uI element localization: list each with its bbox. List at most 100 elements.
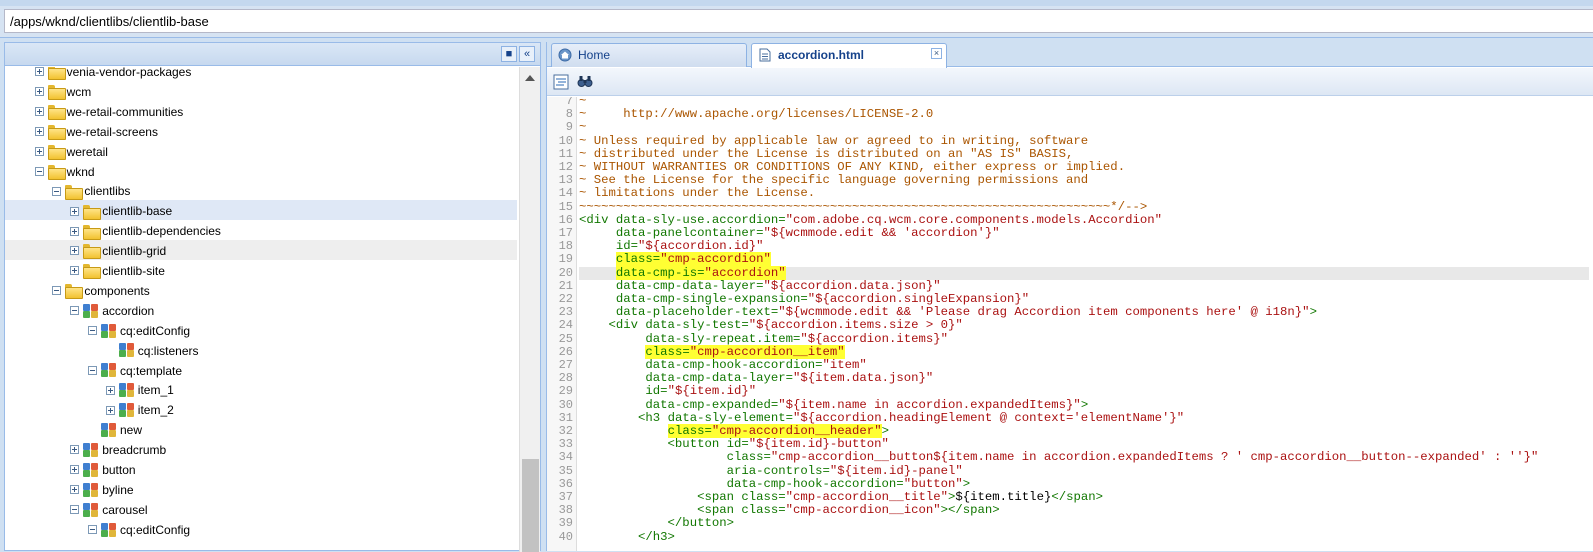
code-token: "${item.data.json}" — [793, 371, 934, 386]
scrollbar-thumb[interactable] — [522, 459, 539, 552]
expand-icon[interactable] — [105, 405, 115, 415]
code-token: "cmp-accordion__icon" — [785, 503, 941, 518]
tab-home[interactable]: Home — [551, 43, 747, 67]
code-token: ~ Unless required by applicable law or a… — [579, 133, 1089, 148]
code-editor[interactable]: 7 8 9 10 11 12 13 14 15 16 17 18 19 20 21 22 23 24 25 26 27 2… — [547, 97, 1593, 551]
close-tab-icon[interactable]: × — [931, 48, 942, 59]
code-token: </button> — [579, 516, 734, 531]
highlighted-code-token: data-cmp-is= — [615, 265, 705, 280]
code-token: "${item.id}" — [667, 384, 757, 399]
tree-node-label: clientlib-grid — [102, 243, 167, 258]
home-icon — [558, 48, 572, 62]
code-line: <button id="${item.id}-button" — [579, 438, 889, 451]
code-token: > — [1080, 397, 1089, 412]
code-token: <div — [579, 318, 646, 333]
expand-icon[interactable] — [70, 226, 80, 236]
code-line: ~ Unless required by applicable law or a… — [579, 133, 1089, 148]
tree-node-label: cq:template — [120, 363, 183, 378]
code-line: ~ http://www.apache.org/licenses/LICENSE… — [579, 108, 933, 121]
code-token: ~ http://www.apache.org/licenses/LICENSE… — [579, 107, 934, 122]
tree-node[interactable]: carousel — [70, 499, 148, 519]
collapse-icon[interactable] — [88, 525, 97, 535]
scroll-up-arrow-icon[interactable] — [525, 75, 535, 81]
collapse-icon[interactable] — [88, 365, 97, 375]
folder-icon — [47, 105, 66, 121]
code-token: data-cmp-hook-accordion= — [579, 358, 823, 372]
collapse-icon[interactable] — [52, 286, 62, 296]
code-token: "${accordion.singleExpansion}" — [807, 292, 1030, 306]
code-token: </span> — [1051, 490, 1103, 504]
expand-icon[interactable] — [70, 206, 80, 216]
highlighted-code-token: "cmp-accordion" — [660, 252, 771, 267]
expand-icon[interactable] — [70, 465, 80, 475]
tree-node[interactable]: cq:editConfig — [88, 320, 190, 340]
tree-node[interactable]: item_2 — [105, 399, 174, 419]
collapse-icon[interactable] — [88, 326, 97, 336]
expand-icon[interactable] — [70, 266, 80, 276]
expand-icon[interactable] — [70, 246, 80, 256]
tree-node[interactable]: new — [88, 419, 142, 439]
folder-icon — [47, 85, 66, 101]
code-token: "${wcmmode.edit && 'Please drag Accordio… — [778, 305, 1310, 320]
tree-node[interactable]: components — [52, 280, 150, 300]
line-number: 23 — [558, 305, 573, 320]
tree-node[interactable]: breadcrumb — [70, 439, 166, 459]
component-node-icon — [101, 363, 117, 378]
expand-icon[interactable] — [70, 445, 80, 455]
component-node-icon — [83, 462, 99, 477]
format-code-icon[interactable] — [552, 73, 570, 91]
tree-node[interactable]: wcm — [34, 81, 91, 101]
tree-node[interactable]: venia-vendor-packages — [34, 67, 191, 81]
code-line: data-cmp-expanded="${item.name in accord… — [579, 397, 1089, 412]
tree-node[interactable]: we-retail-communities — [34, 101, 183, 121]
tree-node[interactable]: clientlib-dependencies — [70, 220, 221, 240]
line-number: 9 — [565, 120, 573, 135]
expand-icon[interactable] — [34, 107, 44, 117]
collapse-icon[interactable] — [52, 186, 62, 196]
tab-accordion-html[interactable]: accordion.html × — [751, 43, 947, 68]
code-token: id= — [579, 239, 639, 254]
tree-node[interactable]: clientlib-base — [5, 200, 517, 221]
expand-icon[interactable] — [34, 87, 44, 97]
top-strip — [0, 0, 1593, 6]
code-line: class="cmp-accordion" — [579, 252, 771, 267]
expand-icon[interactable] — [34, 67, 44, 77]
code-token: "${item.id}-button" — [748, 437, 889, 452]
tree-node[interactable]: accordion — [70, 300, 154, 320]
find-icon[interactable] — [576, 73, 594, 91]
tree-node[interactable]: clientlibs — [52, 180, 130, 200]
tree-node[interactable]: weretail — [34, 141, 108, 161]
tree-node-label: breadcrumb — [102, 442, 167, 457]
collapse-icon[interactable] — [70, 306, 80, 316]
collapse-panel-icon[interactable]: « — [519, 46, 535, 62]
expand-icon[interactable] — [34, 146, 44, 156]
tree-node[interactable]: clientlib-grid — [5, 240, 517, 261]
collapse-icon[interactable] — [34, 166, 44, 176]
collapse-icon[interactable] — [70, 505, 80, 515]
code-token: </h3> — [579, 529, 675, 544]
code-token: ~ WITHOUT WARRANTIES OR CONDITIONS OF AN… — [579, 160, 1126, 174]
tree-node[interactable]: cq:listeners — [106, 340, 199, 360]
tree-node-label: cq:editConfig — [120, 323, 191, 338]
tree-node[interactable]: clientlib-site — [70, 260, 165, 280]
expand-icon[interactable] — [34, 127, 44, 137]
code-line: data-placeholder-text="${wcmmode.edit &&… — [579, 306, 1317, 319]
folder-icon — [65, 184, 84, 200]
tree-node[interactable]: we-retail-screens — [34, 121, 158, 141]
expand-icon[interactable] — [105, 385, 115, 395]
tree-node[interactable]: button — [70, 459, 136, 479]
tree-node[interactable]: wknd — [34, 161, 95, 181]
expand-icon[interactable] — [70, 485, 80, 495]
tree-node-label: byline — [102, 482, 134, 497]
path-input[interactable] — [4, 9, 1593, 33]
tree-scrollbar[interactable] — [519, 67, 540, 552]
line-number: 26 — [558, 344, 573, 359]
tree-node[interactable]: byline — [70, 479, 134, 499]
tree-node[interactable]: cq:template — [88, 360, 182, 380]
code-line: ~ distributed under the License is distr… — [579, 147, 1073, 161]
line-number: 10 — [558, 133, 573, 148]
tree-find-icon[interactable]: ■ — [501, 46, 517, 62]
tree-node[interactable]: item_1 — [105, 379, 174, 399]
line-number: 19 — [558, 252, 573, 267]
tree-node[interactable]: cq:editConfig — [88, 519, 190, 539]
